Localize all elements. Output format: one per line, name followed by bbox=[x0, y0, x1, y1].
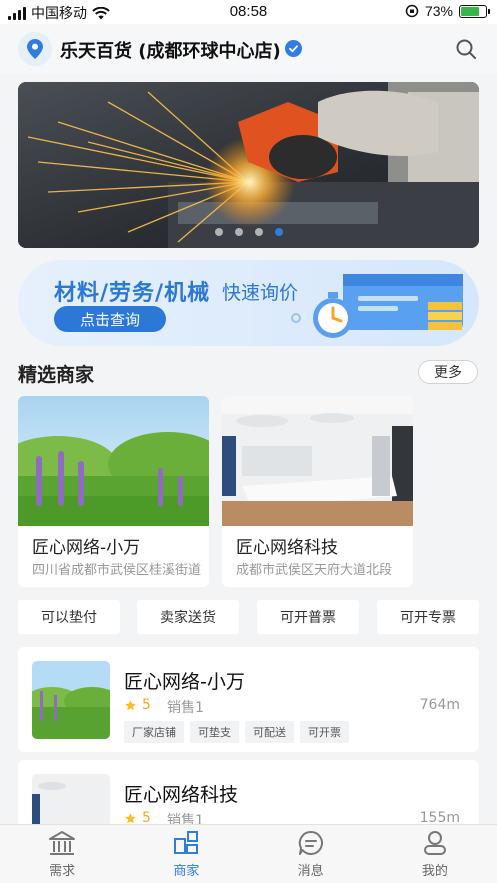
tab-demand[interactable]: 需求 bbox=[0, 825, 124, 883]
search-icon[interactable] bbox=[455, 38, 477, 60]
card-image bbox=[18, 396, 209, 526]
distance: 764m bbox=[419, 697, 460, 713]
grid-icon bbox=[174, 831, 199, 854]
more-button[interactable]: 更多 bbox=[418, 360, 478, 384]
featured-card[interactable]: 匠心网络科技 成都市武侯区天府大道北段 bbox=[222, 396, 413, 587]
promo-title: 材料/劳务/机械 bbox=[54, 281, 211, 306]
card-image bbox=[222, 396, 413, 526]
banner-image bbox=[18, 82, 479, 248]
card-name: 匠心网络科技 bbox=[236, 538, 338, 558]
user-icon bbox=[423, 831, 446, 855]
message-icon bbox=[298, 830, 323, 855]
banner-carousel[interactable] bbox=[18, 82, 479, 248]
query-button[interactable]: 点击查询 bbox=[54, 306, 166, 332]
orientation-lock-icon bbox=[405, 4, 419, 18]
tab-label: 需求 bbox=[49, 864, 76, 879]
card-address: 成都市武侯区天府大道北段 bbox=[236, 563, 393, 578]
tab-messages[interactable]: 消息 bbox=[249, 825, 373, 883]
battery-level bbox=[461, 6, 479, 16]
carousel-dot[interactable] bbox=[234, 228, 243, 236]
card-illustration-icon bbox=[291, 274, 463, 338]
battery-icon bbox=[459, 4, 490, 18]
status-right: 73% bbox=[405, 3, 490, 19]
carousel-dot[interactable] bbox=[274, 228, 283, 236]
carousel-dot[interactable] bbox=[214, 228, 223, 236]
carousel-dot[interactable] bbox=[254, 228, 263, 236]
merchant-name: 匠心网络-小万 bbox=[124, 671, 245, 693]
tag-list: 厂家店铺 可垫支 可配送 可开票 bbox=[124, 721, 349, 743]
item-thumbnail bbox=[32, 661, 110, 739]
featured-card[interactable]: 匠心网络-小万 四川省成都市武侯区桂溪街道 bbox=[18, 396, 209, 587]
carousel-dots bbox=[18, 228, 479, 236]
star-icon bbox=[125, 700, 136, 711]
battery-percent: 73% bbox=[424, 3, 453, 19]
building-icon bbox=[49, 831, 76, 855]
tag: 厂家店铺 bbox=[124, 721, 184, 743]
verified-icon bbox=[285, 40, 302, 57]
tab-label: 我的 bbox=[421, 864, 448, 879]
promo-banner[interactable]: 材料/劳务/机械 快速询价 点击查询 bbox=[18, 260, 479, 346]
sales-count: 销售1 bbox=[167, 700, 204, 716]
tab-bar: 需求 商家 消息 我的 bbox=[0, 824, 497, 883]
tag: 可开票 bbox=[300, 721, 349, 743]
featured-title: 精选商家 bbox=[18, 364, 95, 386]
tab-profile[interactable]: 我的 bbox=[373, 825, 497, 883]
promo-subtitle: 快速询价 bbox=[222, 282, 299, 304]
filter-seller-delivery[interactable]: 卖家送货 bbox=[137, 600, 239, 634]
status-bar: 中国移动 08:58 73% bbox=[0, 0, 497, 24]
rating-value: 5 bbox=[142, 697, 151, 713]
card-address: 四川省成都市武侯区桂溪街道 bbox=[32, 563, 202, 578]
filter-general-invoice[interactable]: 可开普票 bbox=[257, 600, 359, 634]
card-name: 匠心网络-小万 bbox=[32, 538, 141, 558]
tab-label: 商家 bbox=[173, 864, 200, 879]
tag: 可垫支 bbox=[190, 721, 239, 743]
filter-advance-pay[interactable]: 可以垫付 bbox=[18, 600, 120, 634]
tag: 可配送 bbox=[245, 721, 294, 743]
merchant-name: 匠心网络科技 bbox=[124, 784, 239, 806]
filter-special-invoice[interactable]: 可开专票 bbox=[377, 600, 479, 634]
store-name[interactable]: 乐天百货 (成都环球中心店) bbox=[60, 37, 281, 63]
tab-label: 消息 bbox=[297, 864, 324, 879]
tab-merchants[interactable]: 商家 bbox=[124, 825, 248, 883]
header: 乐天百货 (成都环球中心店) bbox=[0, 24, 497, 74]
location-icon[interactable] bbox=[18, 32, 52, 66]
list-item[interactable]: 匠心网络-小万 5 销售1 764m 厂家店铺 可垫支 可配送 可开票 bbox=[18, 647, 479, 752]
